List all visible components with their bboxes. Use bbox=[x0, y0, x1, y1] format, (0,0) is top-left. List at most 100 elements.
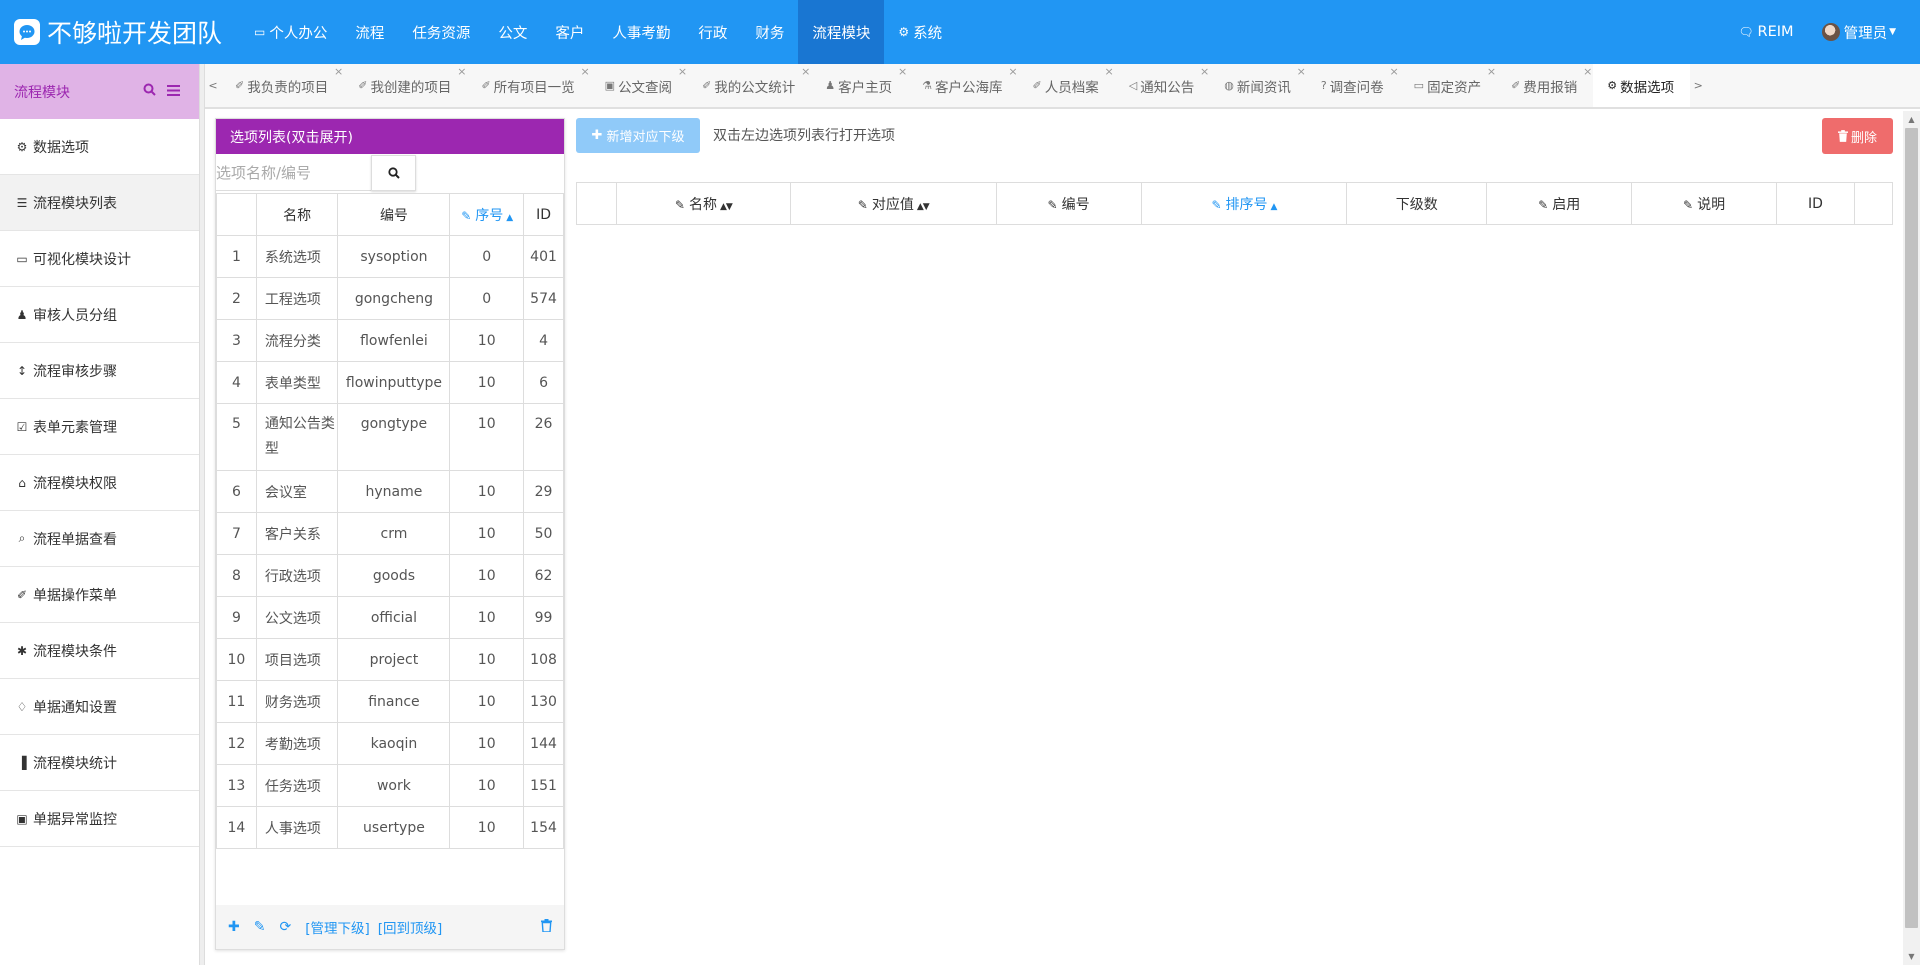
tab-0[interactable]: ✐ 我负责的项目 × bbox=[221, 64, 344, 107]
options-search-input[interactable] bbox=[216, 155, 371, 191]
delete-button[interactable]: 删除 bbox=[1822, 118, 1893, 154]
table-row[interactable]: 10 项目选项 project 10 108 bbox=[216, 638, 564, 681]
col-code[interactable]: ✎ 编号 bbox=[995, 182, 1142, 225]
tab-9[interactable]: ◍ 新闻资讯 × bbox=[1210, 64, 1307, 107]
tab-12[interactable]: ✐ 费用报销 × bbox=[1497, 64, 1593, 107]
close-icon[interactable]: × bbox=[898, 65, 907, 78]
close-icon[interactable]: × bbox=[457, 65, 466, 78]
table-row[interactable]: 4 表单类型 flowinputtype 10 6 bbox=[216, 361, 564, 404]
tab-3[interactable]: ▣ 公文查阅 × bbox=[591, 64, 688, 107]
sidebar-item-6[interactable]: ⌂ 流程模块权限 bbox=[0, 455, 199, 511]
nav-item-7[interactable]: 财务 bbox=[741, 0, 798, 64]
menu-icon[interactable] bbox=[161, 84, 185, 100]
options-search-button[interactable] bbox=[371, 155, 416, 191]
nav-item-1[interactable]: 流程 bbox=[341, 0, 398, 64]
tabs-scroll-right-icon[interactable]: > bbox=[1690, 79, 1706, 92]
table-row[interactable]: 13 任务选项 work 10 151 bbox=[216, 764, 564, 807]
tab-11[interactable]: ▭ 固定资产 × bbox=[1400, 64, 1497, 107]
nav-item-6[interactable]: 行政 bbox=[684, 0, 741, 64]
sidebar-splitter[interactable] bbox=[200, 64, 205, 965]
nav-item-4[interactable]: 客户 bbox=[541, 0, 598, 64]
close-icon[interactable]: × bbox=[1200, 65, 1209, 78]
tabs-scroll-left-icon[interactable]: < bbox=[205, 79, 221, 92]
table-row[interactable]: 6 会议室 hyname 10 29 bbox=[216, 470, 564, 513]
sidebar-item-7[interactable]: ⌕ 流程单据查看 bbox=[0, 511, 199, 567]
table-row[interactable]: 3 流程分类 flowfenlei 10 4 bbox=[216, 319, 564, 362]
scroll-down-icon[interactable]: ▼ bbox=[1903, 948, 1920, 965]
sidebar-item-9[interactable]: ✱ 流程模块条件 bbox=[0, 623, 199, 679]
col-sort[interactable]: ✎ 序号 ▲ bbox=[449, 193, 525, 236]
scrollbar-thumb[interactable] bbox=[1905, 128, 1918, 928]
col-children[interactable]: 下级数 bbox=[1346, 182, 1488, 225]
close-icon[interactable]: × bbox=[678, 65, 687, 78]
col-sort[interactable]: ✎ 排序号 ▲ bbox=[1140, 182, 1348, 225]
back-top-link[interactable]: [回到顶级] bbox=[378, 917, 443, 937]
close-icon[interactable]: × bbox=[1583, 65, 1592, 78]
table-row[interactable]: 7 客户关系 crm 10 50 bbox=[216, 512, 564, 555]
add-sub-button[interactable]: ✚ 新增对应下级 bbox=[576, 118, 700, 153]
tab-7[interactable]: ✐ 人员档案 × bbox=[1019, 64, 1115, 107]
tab-2[interactable]: ✐ 所有项目一览 × bbox=[467, 64, 590, 107]
sidebar-item-1[interactable]: ☰ 流程模块列表 bbox=[0, 175, 199, 231]
tab-8[interactable]: ◁ 通知公告 × bbox=[1115, 64, 1210, 107]
table-row[interactable]: 1 系统选项 sysoption 0 401 bbox=[216, 235, 564, 278]
table-row[interactable]: 14 人事选项 usertype 10 154 bbox=[216, 806, 564, 849]
close-icon[interactable]: × bbox=[334, 65, 343, 78]
nav-item-9[interactable]: ⚙ 系统 bbox=[884, 0, 956, 64]
col-name[interactable]: ✎ 名称 ▲▼ bbox=[615, 182, 791, 225]
col-desc[interactable]: ✎ 说明 bbox=[1631, 182, 1778, 225]
col-id[interactable]: ID bbox=[1776, 182, 1855, 225]
nav-item-5[interactable]: 人事考勤 bbox=[598, 0, 684, 64]
page-scrollbar[interactable]: ▲ ▼ bbox=[1903, 111, 1920, 965]
sidebar-item-0[interactable]: ⚙ 数据选项 bbox=[0, 119, 199, 175]
table-row[interactable]: 9 公文选项 official 10 99 bbox=[216, 596, 564, 639]
close-icon[interactable]: × bbox=[801, 65, 810, 78]
reim-button[interactable]: 🗨 REIM bbox=[1724, 24, 1807, 40]
col-value[interactable]: ✎ 对应值 ▲▼ bbox=[789, 182, 997, 225]
close-icon[interactable]: × bbox=[1105, 65, 1114, 78]
table-row[interactable]: 11 财务选项 finance 10 130 bbox=[216, 680, 564, 723]
user-menu[interactable]: 管理员 ▼ bbox=[1808, 22, 1910, 43]
sidebar-item-5[interactable]: ☑ 表单元素管理 bbox=[0, 399, 199, 455]
tab-5[interactable]: ♟ 客户主页 × bbox=[811, 64, 908, 107]
search-icon[interactable] bbox=[137, 83, 161, 100]
detail-table: ✎ 名称 ▲▼ ✎ 对应值 ▲▼ ✎ 编号 ✎ 排序号 ▲ 下级数 ✎ 启用 ✎ 说明 ID bbox=[576, 182, 1894, 225]
edit-icon[interactable]: ✎ bbox=[254, 919, 266, 935]
col-id[interactable]: ID bbox=[523, 193, 564, 236]
brand[interactable]: 不够啦开发团队 bbox=[0, 0, 240, 64]
sidebar-item-8[interactable]: ✐ 单据操作菜单 bbox=[0, 567, 199, 623]
sidebar-item-3[interactable]: ♟ 审核人员分组 bbox=[0, 287, 199, 343]
tab-6[interactable]: ⚗ 客户公海库 × bbox=[908, 64, 1018, 107]
tab-10[interactable]: ? 调查问卷 × bbox=[1307, 64, 1400, 107]
manage-sub-link[interactable]: [管理下级] bbox=[305, 917, 370, 937]
scroll-up-icon[interactable]: ▲ bbox=[1903, 111, 1920, 128]
sidebar-item-4[interactable]: ↕ 流程审核步骤 bbox=[0, 343, 199, 399]
nav-item-3[interactable]: 公文 bbox=[484, 0, 541, 64]
close-icon[interactable]: × bbox=[1297, 65, 1306, 78]
add-icon[interactable]: ✚ bbox=[228, 919, 240, 935]
nav-item-8[interactable]: 流程模块 bbox=[798, 0, 885, 64]
col-name[interactable]: 名称 bbox=[255, 193, 339, 236]
close-icon[interactable]: × bbox=[1389, 65, 1398, 78]
tab-4[interactable]: ✐ 我的公文统计 × bbox=[688, 64, 811, 107]
close-icon[interactable]: × bbox=[1487, 65, 1496, 78]
nav-item-2[interactable]: 任务资源 bbox=[398, 0, 484, 64]
refresh-icon[interactable]: ⟳ bbox=[279, 919, 291, 935]
table-row[interactable]: 2 工程选项 gongcheng 0 574 bbox=[216, 277, 564, 320]
nav-item-0[interactable]: ▭ 个人办公 bbox=[240, 0, 341, 64]
close-icon[interactable]: × bbox=[1008, 65, 1017, 78]
sidebar-item-11[interactable]: ▐ 流程模块统计 bbox=[0, 735, 199, 791]
table-row[interactable]: 5 通知公告类型 gongtype 10 26 bbox=[216, 403, 564, 471]
tab-13[interactable]: ⚙ 数据选项 bbox=[1593, 64, 1691, 107]
sidebar-item-12[interactable]: ▣ 单据异常监控 bbox=[0, 791, 199, 847]
table-row[interactable]: 12 考勤选项 kaoqin 10 144 bbox=[216, 722, 564, 765]
sidebar-item-10[interactable]: ♢ 单据通知设置 bbox=[0, 679, 199, 735]
table-row[interactable]: 8 行政选项 goods 10 62 bbox=[216, 554, 564, 597]
tab-1[interactable]: ✐ 我创建的项目 × bbox=[344, 64, 467, 107]
sidebar-item-2[interactable]: ▭ 可视化模块设计 bbox=[0, 231, 199, 287]
close-icon[interactable]: × bbox=[580, 65, 589, 78]
tab-label: 我负责的项目 bbox=[247, 79, 329, 96]
col-code[interactable]: 编号 bbox=[337, 193, 451, 236]
trash-icon[interactable] bbox=[541, 918, 552, 936]
col-enabled[interactable]: ✎ 启用 bbox=[1486, 182, 1633, 225]
